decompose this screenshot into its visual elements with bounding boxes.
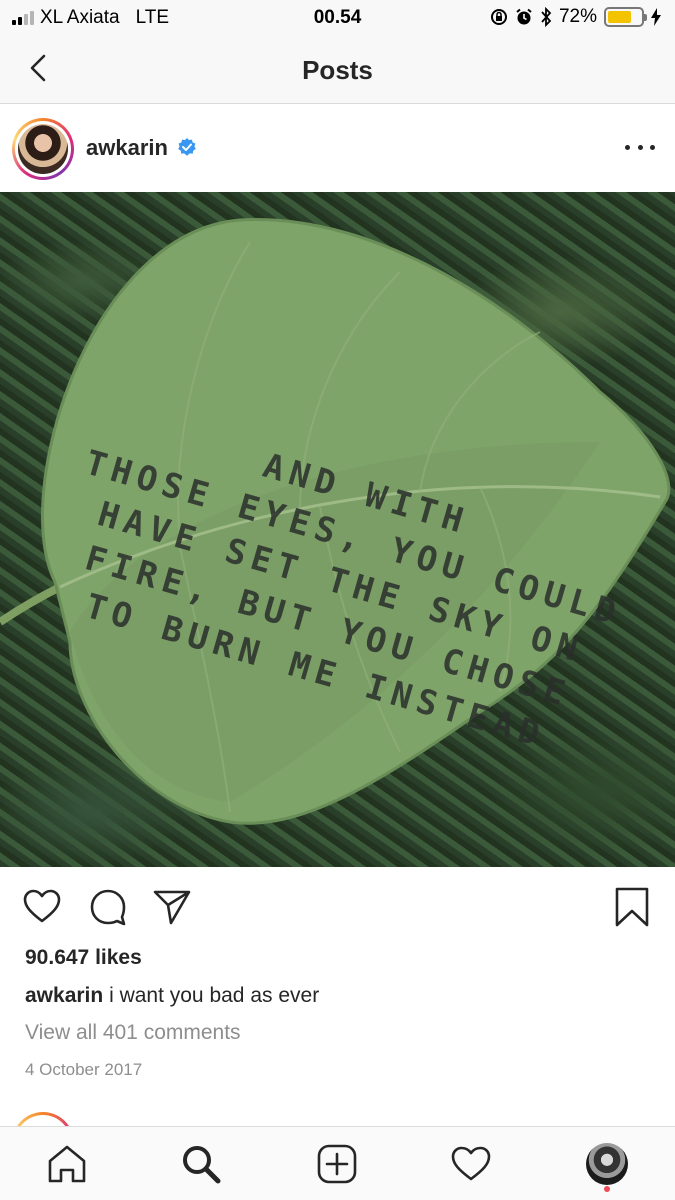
battery-percent: 72%: [558, 6, 597, 27]
charging-icon: [651, 8, 661, 26]
nav-header: Posts: [0, 36, 675, 104]
status-right: 72%: [490, 6, 661, 28]
action-bar: [0, 867, 675, 945]
search-icon[interactable]: [180, 1143, 222, 1185]
avatar-image: [18, 124, 68, 174]
add-icon[interactable]: [316, 1143, 358, 1185]
post-date: 4 October 2017: [25, 1060, 143, 1079]
verified-badge-icon: [178, 138, 196, 156]
heart-icon[interactable]: [22, 887, 62, 927]
battery-fill: [608, 11, 632, 23]
notification-dot: [604, 1186, 610, 1192]
battery-icon: [604, 7, 647, 27]
profile-avatar[interactable]: [586, 1143, 628, 1185]
post-header: awkarin: [0, 105, 675, 192]
caption-text: i want you bad as ever: [109, 984, 320, 1007]
rotation-lock-icon: [490, 9, 507, 25]
avatar[interactable]: [12, 118, 74, 180]
bottom-tab-bar: [0, 1126, 675, 1200]
caption-username[interactable]: awkarin: [25, 984, 103, 1007]
activity-icon[interactable]: [450, 1143, 492, 1185]
bookmark-icon[interactable]: [612, 887, 652, 927]
status-bar: XL Axiata LTE 00.54 72%: [0, 0, 675, 36]
caption: awkarin i want you bad as ever: [25, 984, 319, 1008]
page-title: Posts: [302, 55, 373, 85]
post-username[interactable]: awkarin: [86, 135, 168, 161]
more-options-icon[interactable]: [625, 135, 655, 159]
comment-icon[interactable]: [88, 887, 128, 927]
view-comments-link[interactable]: View all 401 comments: [25, 1021, 241, 1045]
share-icon[interactable]: [152, 887, 192, 927]
alarm-icon: [516, 8, 532, 25]
home-icon[interactable]: [46, 1143, 88, 1185]
likes-count[interactable]: 90.647 likes: [25, 946, 142, 970]
post-photo[interactable]: And with those eyes, you could have set …: [0, 192, 675, 867]
bluetooth-icon: [541, 7, 552, 27]
